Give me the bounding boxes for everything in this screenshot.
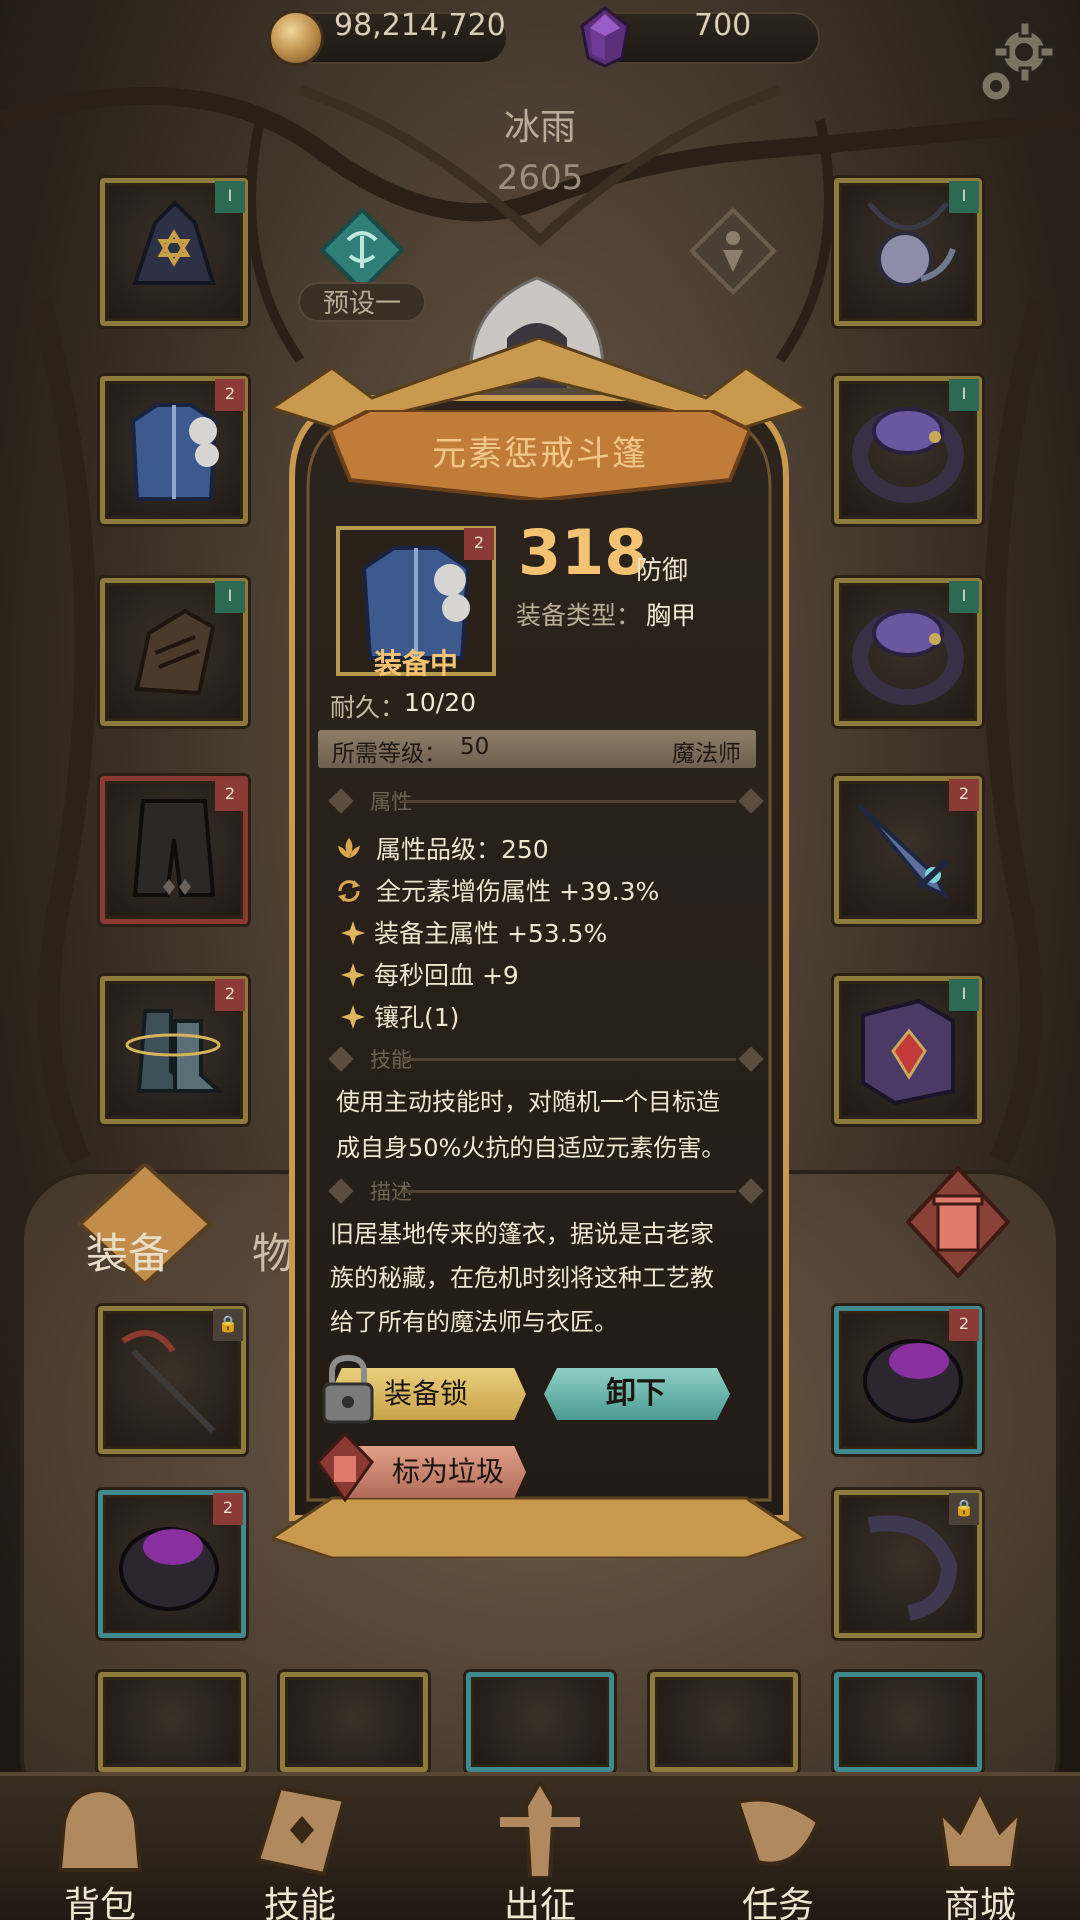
gem-amount: 700 bbox=[694, 8, 752, 43]
nav-battle[interactable]: 出征 bbox=[460, 1772, 620, 1920]
durability-value: 10/20 bbox=[404, 688, 477, 717]
sparkle-icon bbox=[341, 1005, 365, 1029]
tier-tag: I bbox=[949, 979, 979, 1011]
equip-slot-ring-2[interactable]: I bbox=[834, 578, 982, 726]
trash-can-icon bbox=[316, 1432, 374, 1502]
tier-tag: 2 bbox=[213, 1493, 243, 1525]
nav-label: 出征 bbox=[503, 1885, 576, 1920]
description-text-line: 族的秘藏，在危机时刻将这种工艺教 bbox=[330, 1264, 714, 1292]
battle-banner-icon bbox=[500, 1782, 580, 1878]
hero-name: 冰雨 bbox=[503, 107, 576, 148]
nav-shop[interactable]: 商城 bbox=[900, 1772, 1060, 1920]
shop-crown-icon bbox=[937, 1787, 1023, 1870]
equip-slot-armor[interactable]: 2 bbox=[100, 376, 248, 524]
nav-label: 技能 bbox=[263, 1885, 336, 1920]
nav-label: 任务 bbox=[741, 1885, 814, 1920]
main-stat-name: 防御 bbox=[636, 556, 689, 586]
equip-slot-pants[interactable]: 2 bbox=[100, 776, 248, 924]
tier-tag: I bbox=[949, 181, 979, 213]
mark-as-junk-label: 标为垃圾 bbox=[392, 1455, 505, 1488]
lock-icon: 🔒 bbox=[949, 1493, 979, 1525]
description-text-line: 给了所有的魔法师与衣匠。 bbox=[330, 1308, 618, 1336]
required-level-label: 所需等级： bbox=[332, 741, 447, 767]
tier-tag: I bbox=[215, 581, 245, 613]
inventory-slot[interactable]: 🔒 bbox=[98, 1306, 246, 1454]
main-stat-value: 318 bbox=[518, 516, 648, 589]
lotus-icon bbox=[338, 838, 360, 858]
nav-skills[interactable]: 技能 bbox=[220, 1772, 380, 1920]
tier-tag: I bbox=[949, 581, 979, 613]
unequip-button[interactable]: 卸下 bbox=[544, 1368, 730, 1420]
tier-tag: 2 bbox=[949, 1309, 979, 1341]
skill-book-icon bbox=[255, 1785, 347, 1877]
inventory-slot[interactable]: 2 bbox=[98, 1490, 246, 1638]
padlock-icon bbox=[322, 1354, 374, 1424]
tier-tag: 2 bbox=[464, 528, 494, 560]
inventory-slot[interactable] bbox=[466, 1672, 614, 1772]
equip-slot-gloves[interactable]: I bbox=[100, 578, 248, 726]
gear-icon[interactable] bbox=[970, 18, 1062, 110]
unequip-label: 卸下 bbox=[606, 1376, 666, 1411]
equip-slot-necklace[interactable]: I bbox=[834, 178, 982, 326]
skill-text-line: 成自身50%火抗的自适应元素伤害。 bbox=[336, 1134, 726, 1162]
quest-horn-icon bbox=[735, 1797, 821, 1866]
tier-tag: 2 bbox=[215, 379, 245, 411]
inventory-slot[interactable] bbox=[834, 1672, 982, 1772]
sparkle-icon bbox=[341, 963, 365, 987]
equip-slot-ring-1[interactable]: I bbox=[834, 376, 982, 524]
section-attributes-header: 属性 bbox=[328, 786, 764, 816]
preset-label[interactable]: 预设一 bbox=[298, 282, 426, 322]
gold-coin-icon bbox=[268, 10, 324, 66]
nav-label: 商城 bbox=[943, 1885, 1016, 1920]
required-level-value: 50 bbox=[460, 734, 490, 760]
tier-tag: I bbox=[949, 379, 979, 411]
trash-bin-icon[interactable] bbox=[906, 1166, 1010, 1278]
preset-emblem-icon[interactable] bbox=[318, 206, 406, 294]
tier-tag: I bbox=[215, 181, 245, 213]
skill-text-line: 使用主动技能时，对随机一个目标造 bbox=[336, 1088, 720, 1116]
durability-label: 耐久： bbox=[330, 693, 406, 722]
cycle-icon bbox=[338, 880, 360, 902]
lock-icon: 🔒 bbox=[213, 1309, 243, 1341]
section-skill-header: 技能 bbox=[328, 1044, 764, 1074]
tier-tag: 2 bbox=[215, 779, 245, 811]
tier-tag: 2 bbox=[949, 779, 979, 811]
nav-quests[interactable]: 任务 bbox=[698, 1772, 858, 1920]
equip-lock-label: 装备锁 bbox=[384, 1377, 469, 1410]
item-title: 元素惩戒斗篷 bbox=[432, 434, 648, 474]
purple-gem-icon bbox=[580, 6, 630, 68]
tier-tag: 2 bbox=[215, 979, 245, 1011]
gold-amount: 98,214,720 bbox=[334, 8, 506, 43]
inventory-slot[interactable] bbox=[280, 1672, 428, 1772]
nav-bag[interactable]: 背包 bbox=[20, 1772, 180, 1920]
equip-slot-weapon[interactable]: 2 bbox=[834, 776, 982, 924]
sparkle-icon bbox=[341, 921, 365, 945]
equip-type-value: 胸甲 bbox=[646, 601, 697, 630]
inventory-slot[interactable] bbox=[98, 1672, 246, 1772]
equipped-status: 装备中 bbox=[373, 647, 458, 680]
required-class: 魔法师 bbox=[672, 741, 741, 767]
equip-slot-offhand[interactable]: I bbox=[834, 976, 982, 1124]
equip-slot-helmet[interactable]: I bbox=[100, 178, 248, 326]
inventory-slot[interactable]: 2 bbox=[834, 1306, 982, 1454]
section-description-header: 描述 bbox=[328, 1176, 764, 1206]
description-text-line: 旧居基地传来的篷衣，据说是古老家 bbox=[330, 1220, 714, 1248]
bag-icon bbox=[57, 1787, 143, 1872]
hero-power: 2605 bbox=[496, 158, 584, 198]
inventory-slot[interactable] bbox=[650, 1672, 798, 1772]
nav-label: 背包 bbox=[63, 1885, 136, 1920]
tab-equip[interactable]: 装备 bbox=[86, 1220, 170, 1281]
equip-type-label: 装备类型： bbox=[516, 601, 642, 630]
character-class-icon[interactable] bbox=[688, 206, 778, 296]
equip-slot-boots[interactable]: 2 bbox=[100, 976, 248, 1124]
inventory-slot[interactable]: 🔒 bbox=[834, 1490, 982, 1638]
